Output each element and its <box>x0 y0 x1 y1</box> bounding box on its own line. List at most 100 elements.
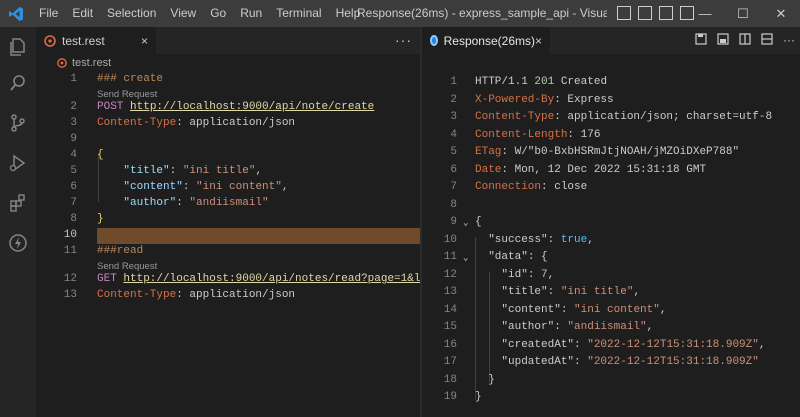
code-line: "content": "ini content", <box>123 181 289 193</box>
menu-bar: File Edit Selection View Go Run Terminal… <box>32 0 367 27</box>
line-number: 8 <box>70 213 77 225</box>
json-key: "content" <box>501 304 561 316</box>
search-icon[interactable] <box>8 73 28 93</box>
current-line-highlight <box>97 228 420 244</box>
header-key: ETag <box>475 146 502 158</box>
maximize-button[interactable]: ☐ <box>724 0 762 27</box>
explorer-icon[interactable] <box>8 37 28 57</box>
code-line: ### create <box>97 73 164 85</box>
line-number: 1 <box>70 73 77 85</box>
send-request-link[interactable]: Send Request <box>97 261 157 272</box>
json-key: "author" <box>501 321 555 333</box>
code-line: { <box>97 149 104 161</box>
close-tab-icon[interactable]: × <box>535 34 542 48</box>
line-number: 9 <box>70 133 77 145</box>
line-number: 14 <box>443 304 457 316</box>
menu-run[interactable]: Run <box>233 0 269 27</box>
line-number: 4 <box>450 129 457 141</box>
thunder-client-icon[interactable] <box>8 233 28 253</box>
more-actions-icon[interactable]: ··· <box>782 33 796 47</box>
extensions-icon[interactable] <box>8 193 28 213</box>
run-debug-icon[interactable] <box>8 153 28 173</box>
line-number: 8 <box>450 199 457 211</box>
header-value: : W/"b0-BxbHSRmJtjNOAH/jMZOiDXeP788" <box>501 146 740 158</box>
json-key: "id" <box>501 269 528 281</box>
json-key: "updatedAt" <box>501 356 575 368</box>
request-url[interactable]: http://localhost:9000/api/note/create <box>130 101 374 113</box>
menu-go[interactable]: Go <box>203 0 233 27</box>
json-key: "data" <box>488 251 528 263</box>
json-value: 7 <box>541 269 548 281</box>
code-line: ###read <box>97 245 144 257</box>
fold-chevron-icon[interactable]: ⌄ <box>463 218 468 228</box>
header-key: Content-Type <box>475 111 555 123</box>
indent-guide <box>98 154 99 202</box>
toggle-layout-icon[interactable] <box>760 33 774 47</box>
line-number: 16 <box>443 339 457 351</box>
toggle-sidebar-icon[interactable] <box>617 6 631 20</box>
line-number: 10 <box>63 229 77 241</box>
line-number: 2 <box>450 94 457 106</box>
menu-edit[interactable]: Edit <box>65 0 100 27</box>
fold-chevron-icon[interactable]: ⌄ <box>463 253 468 263</box>
line-number: 12 <box>443 269 457 281</box>
menu-terminal[interactable]: Terminal <box>269 0 328 27</box>
split-editor-icon[interactable] <box>738 33 752 47</box>
code-line: } <box>97 213 104 225</box>
left-tab-bar: test.rest × ··· <box>36 27 420 54</box>
window-controls: — ☐ ✕ <box>686 0 800 27</box>
json-line: "author": "andiismail", <box>501 321 654 333</box>
line-number: 3 <box>450 111 457 123</box>
json-line: "content": "ini content", <box>501 304 667 316</box>
more-actions-icon[interactable]: ··· <box>395 27 412 54</box>
header-value: : application/json <box>176 289 296 301</box>
header-value: : 176 <box>567 129 601 141</box>
json-value: "2022-12-12T15:31:18.909Z" <box>587 339 759 351</box>
close-window-button[interactable]: ✕ <box>762 0 800 27</box>
activity-bar <box>0 27 36 417</box>
title-bar: File Edit Selection View Go Run Terminal… <box>0 0 800 27</box>
json-key: "createdAt" <box>501 339 575 351</box>
code-line: Content-Type: application/json <box>97 117 295 129</box>
status-code: 201 <box>534 76 555 88</box>
close-tab-icon[interactable]: × <box>141 34 148 48</box>
protocol: HTTP/1.1 <box>475 76 535 88</box>
line-number: 10 <box>443 234 457 246</box>
menu-file[interactable]: File <box>32 0 65 27</box>
tab-test-rest[interactable]: test.rest × <box>36 27 156 54</box>
json-value: "ini content" <box>574 304 660 316</box>
json-line: } <box>475 391 482 403</box>
http-method: POST <box>97 101 131 113</box>
json-line: "title": "ini title", <box>501 286 641 298</box>
json-key: "success" <box>488 234 548 246</box>
toggle-secondary-sidebar-icon[interactable] <box>659 6 673 20</box>
rest-file-icon <box>57 58 67 68</box>
line-number: 11 <box>63 245 77 257</box>
menu-view[interactable]: View <box>163 0 203 27</box>
json-line: "data": { <box>488 251 548 263</box>
menu-selection[interactable]: Selection <box>100 0 163 27</box>
toggle-panel-icon[interactable] <box>638 6 652 20</box>
save-response-icon[interactable] <box>694 33 708 47</box>
header-line: X-Powered-By: Express <box>475 94 614 106</box>
line-number: 7 <box>70 197 77 209</box>
send-request-link[interactable]: Send Request <box>97 89 157 100</box>
source-control-icon[interactable] <box>8 113 28 133</box>
save-body-icon[interactable] <box>716 33 730 47</box>
right-tab-bar: Response(26ms) × ··· <box>422 27 800 54</box>
rest-file-icon <box>44 34 56 47</box>
json-line: "updatedAt": "2022-12-12T15:31:18.909Z" <box>501 356 759 368</box>
json-line: "success": true, <box>488 234 594 246</box>
line-number: 19 <box>443 391 457 403</box>
minimize-button[interactable]: — <box>686 0 724 27</box>
tab-response[interactable]: Response(26ms) × <box>422 27 550 54</box>
line-number: 18 <box>443 374 457 386</box>
line-number: 13 <box>63 289 77 301</box>
breadcrumb-file[interactable]: test.rest <box>72 57 111 69</box>
response-viewer[interactable]: 1 2 3 4 5 6 7 8 9 10 11 12 13 14 15 16 1… <box>422 54 800 417</box>
vscode-logo-icon[interactable] <box>0 0 32 27</box>
http-method: GET <box>97 273 124 285</box>
request-editor[interactable]: 1 2 3 4 5 6 7 8 9 10 11 12 13 ### create… <box>36 72 420 417</box>
request-url[interactable]: http://localhost:9000/api/notes/read?pag… <box>123 273 420 285</box>
layout-controls <box>617 6 694 20</box>
